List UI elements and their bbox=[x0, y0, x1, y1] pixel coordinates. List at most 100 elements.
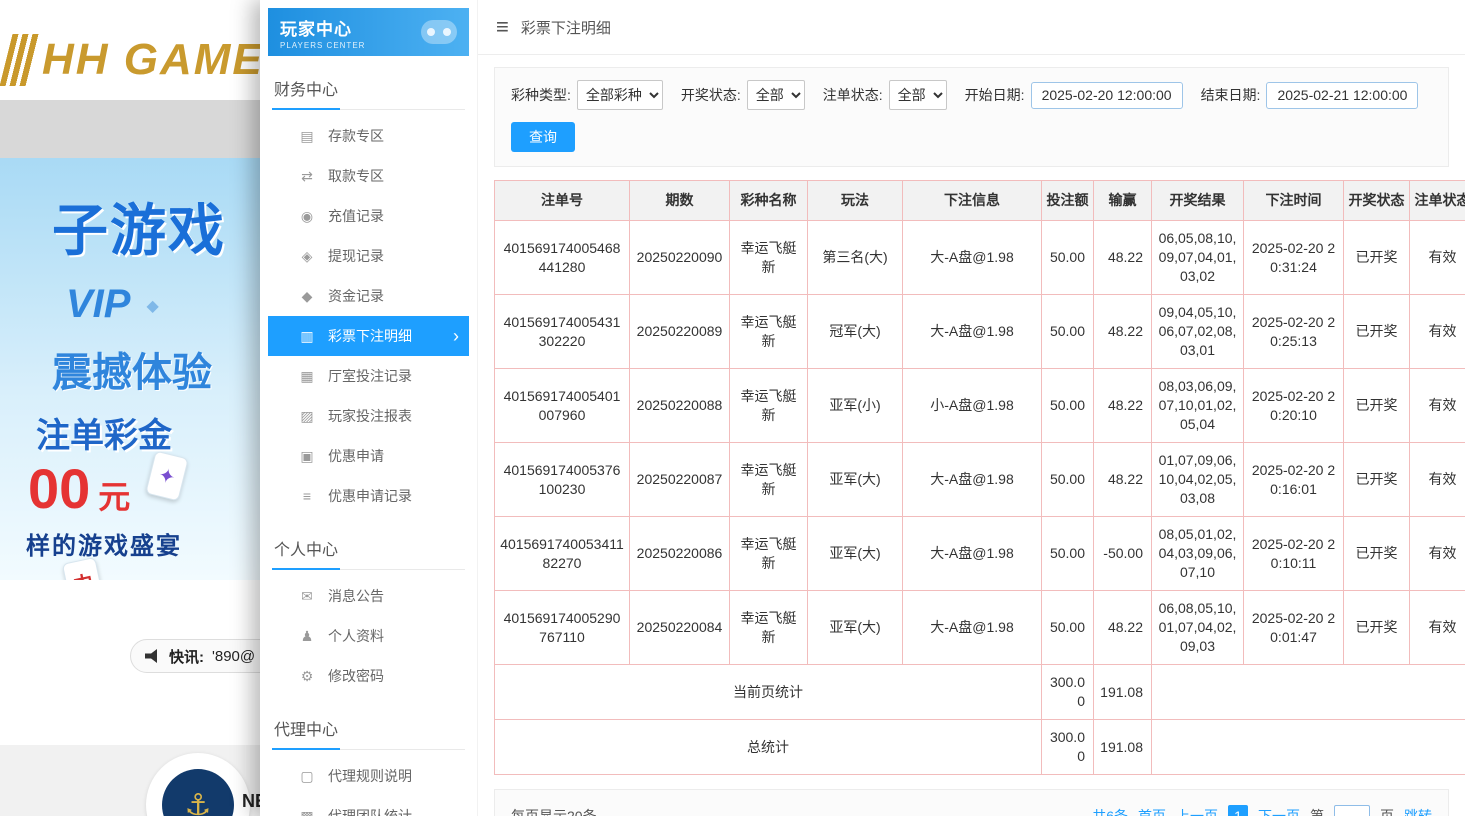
sidebar-item-deposit-zone[interactable]: ▤存款专区 bbox=[268, 116, 469, 156]
page: HH GAME 子游戏 VIP◆ 震撼体验 注单彩金 00元 样的游戏盛宴 ✦ … bbox=[0, 0, 1465, 816]
table-cell: 亚军(大) bbox=[808, 443, 903, 517]
table-cell: 幸运飞艇新 bbox=[730, 517, 808, 591]
anchor-icon: ⚓ bbox=[162, 769, 234, 816]
sidebar-item-withdraw-zone[interactable]: ⇄取款专区 bbox=[268, 156, 469, 196]
promo-apply-icon: ▣ bbox=[298, 448, 316, 465]
content-area: 彩种类型: 全部彩种 开奖状态: 全部 注单状态: 全部 开始日期: 结束日期:… bbox=[478, 55, 1465, 816]
pagination-controls: 共6条 首页 上一页 1 下一页 第 页 跳转 bbox=[1092, 805, 1432, 816]
page-size-text: 每页显示20条 bbox=[511, 806, 597, 816]
deposit-zone-icon: ▤ bbox=[298, 128, 316, 145]
column-header: 开奖结果 bbox=[1152, 181, 1244, 221]
summary-empty bbox=[1152, 665, 1465, 720]
sidebar-item-lottery-bet-details[interactable]: ▥彩票下注明细› bbox=[268, 316, 469, 356]
table-cell: 2025-02-20 20:01:47 bbox=[1244, 591, 1344, 665]
main-area: ≡ 彩票下注明细 彩种类型: 全部彩种 开奖状态: 全部 注单状态: 全部 开始… bbox=[478, 0, 1465, 816]
sidebar-item-agent-team-stats[interactable]: ▩ 代理团队统计 bbox=[268, 796, 469, 816]
sidebar-item-label: 个人资料 bbox=[328, 626, 384, 646]
column-header: 期数 bbox=[630, 181, 730, 221]
table-cell: 大-A盘@1.98 bbox=[903, 443, 1042, 517]
table-cell: 已开奖 bbox=[1344, 295, 1410, 369]
table-cell: 20250220088 bbox=[630, 369, 730, 443]
message-board-icon: ✉ bbox=[298, 588, 316, 605]
first-page-link[interactable]: 首页 bbox=[1138, 806, 1166, 816]
sidebar-nav: 财务中心 ▤存款专区⇄取款专区◉充值记录◈提现记录 ◆ 资金记录 ▥彩票下注明细›▦厅室… bbox=[268, 70, 469, 816]
sidebar-item-hall-bet-records[interactable]: ▦厅室投注记录 bbox=[268, 356, 469, 396]
table-row: 40156917400546844128020250220090幸运飞艇新第三名… bbox=[495, 221, 1465, 295]
lottery-type-select[interactable]: 全部彩种 bbox=[577, 80, 663, 110]
table-cell: 48.22 bbox=[1094, 369, 1152, 443]
table-cell: 2025-02-20 20:16:01 bbox=[1244, 443, 1344, 517]
table-cell: 50.00 bbox=[1042, 517, 1094, 591]
table-cell: 20250220084 bbox=[630, 591, 730, 665]
current-page-button[interactable]: 1 bbox=[1228, 805, 1248, 816]
column-header: 下注信息 bbox=[903, 181, 1042, 221]
sidebar-item-change-password[interactable]: ⚙修改密码 bbox=[268, 656, 469, 696]
table-cell: 大-A盘@1.98 bbox=[903, 221, 1042, 295]
sidebar-item-promo-apply[interactable]: ▣优惠申请 bbox=[268, 436, 469, 476]
sidebar-item-message-board[interactable]: ✉ 消息公告 bbox=[268, 576, 469, 616]
sidebar-item-promo-apply-records[interactable]: ≡优惠申请记录 bbox=[268, 476, 469, 516]
player-center-panel: 玩家中心 PLAYERS CENTER 财务中心▤存款专区⇄取款专区◉充值记录◈… bbox=[260, 0, 1465, 816]
table-cell: 09,04,05,10,06,07,02,08,03,01 bbox=[1152, 295, 1244, 369]
funds-records-icon: ◆ bbox=[298, 288, 316, 305]
table-cell: 48.22 bbox=[1094, 295, 1152, 369]
table-cell: 2025-02-20 20:31:24 bbox=[1244, 221, 1344, 295]
sidebar-item-label: 资金记录 bbox=[328, 286, 384, 306]
table-cell: 48.22 bbox=[1094, 443, 1152, 517]
promo-amount-number: 00 bbox=[28, 457, 90, 520]
sidebar-item-recharge-records[interactable]: ◉充值记录 bbox=[268, 196, 469, 236]
table-cell: 有效 bbox=[1410, 443, 1465, 517]
recharge-records-icon: ◉ bbox=[298, 208, 316, 225]
sidebar-item-label: 彩票下注明细 bbox=[328, 326, 412, 346]
sidebar-section-title: 财务中心 bbox=[272, 70, 465, 110]
sidebar-item-personal-profile[interactable]: ♟ 个人资料 bbox=[268, 616, 469, 656]
column-header: 注单状态 bbox=[1410, 181, 1465, 221]
sidebar-item-label: 消息公告 bbox=[328, 586, 384, 606]
draw-status-select[interactable]: 全部 bbox=[747, 80, 805, 110]
promo-vip-text: VIP bbox=[66, 282, 130, 326]
sidebar-item-agent-rules[interactable]: ▢代理规则说明 bbox=[268, 756, 469, 796]
personal-profile-icon: ♟ bbox=[298, 628, 316, 645]
table-header-row: 注单号期数彩种名称玩法下注信息投注额输赢开奖结果下注时间开奖状态注单状态 bbox=[495, 181, 1465, 221]
table-cell: 2025-02-20 20:20:10 bbox=[1244, 369, 1344, 443]
table-cell: 有效 bbox=[1410, 369, 1465, 443]
column-header: 开奖状态 bbox=[1344, 181, 1410, 221]
next-page-link[interactable]: 下一页 bbox=[1258, 806, 1300, 816]
page-jump-input[interactable] bbox=[1334, 805, 1370, 816]
table-cell: 20250220089 bbox=[630, 295, 730, 369]
sidebar-item-player-bet-report[interactable]: ▨玩家投注报表 bbox=[268, 396, 469, 436]
start-date-input[interactable] bbox=[1031, 82, 1183, 109]
sidebar-item-withdrawal-records[interactable]: ◈提现记录 bbox=[268, 236, 469, 276]
table-cell: 亚军(大) bbox=[808, 517, 903, 591]
column-header: 输赢 bbox=[1094, 181, 1152, 221]
bet-status-select[interactable]: 全部 bbox=[889, 80, 947, 110]
promo-amount: 00元 bbox=[28, 456, 130, 521]
agent-team-stats-icon: ▩ bbox=[298, 808, 316, 816]
end-date-input[interactable] bbox=[1266, 82, 1418, 109]
agent-rules-icon: ▢ bbox=[298, 768, 316, 785]
jump-prefix-label: 第 bbox=[1310, 806, 1324, 816]
column-header: 下注时间 bbox=[1244, 181, 1344, 221]
promo-footline: 样的游戏盛宴 bbox=[26, 526, 182, 561]
summary-win-total: 191.08 bbox=[1094, 665, 1152, 720]
sidebar-item-funds-records[interactable]: ◆ 资金记录 bbox=[268, 276, 469, 316]
table-cell: 2025-02-20 20:25:13 bbox=[1244, 295, 1344, 369]
table-cell: 大-A盘@1.98 bbox=[903, 295, 1042, 369]
table-cell: 幸运飞艇新 bbox=[730, 443, 808, 517]
summary-label: 总统计 bbox=[495, 720, 1042, 775]
jump-button[interactable]: 跳转 bbox=[1404, 806, 1432, 816]
table-cell: 已开奖 bbox=[1344, 517, 1410, 591]
column-header: 玩法 bbox=[808, 181, 903, 221]
prev-page-link[interactable]: 上一页 bbox=[1176, 806, 1218, 816]
menu-toggle-icon[interactable]: ≡ bbox=[496, 14, 509, 40]
sidebar-item-label: 提现记录 bbox=[328, 246, 384, 266]
table-cell: 亚军(大) bbox=[808, 591, 903, 665]
query-button[interactable]: 查询 bbox=[511, 122, 575, 152]
table-cell: 20250220087 bbox=[630, 443, 730, 517]
table-cell: 401569174005468441280 bbox=[495, 221, 630, 295]
speaker-icon bbox=[145, 649, 161, 663]
table-cell: 冠军(大) bbox=[808, 295, 903, 369]
table-cell: 小-A盘@1.98 bbox=[903, 369, 1042, 443]
sidebar-item-label: 代理团队统计 bbox=[328, 806, 412, 816]
table-cell: 有效 bbox=[1410, 295, 1465, 369]
